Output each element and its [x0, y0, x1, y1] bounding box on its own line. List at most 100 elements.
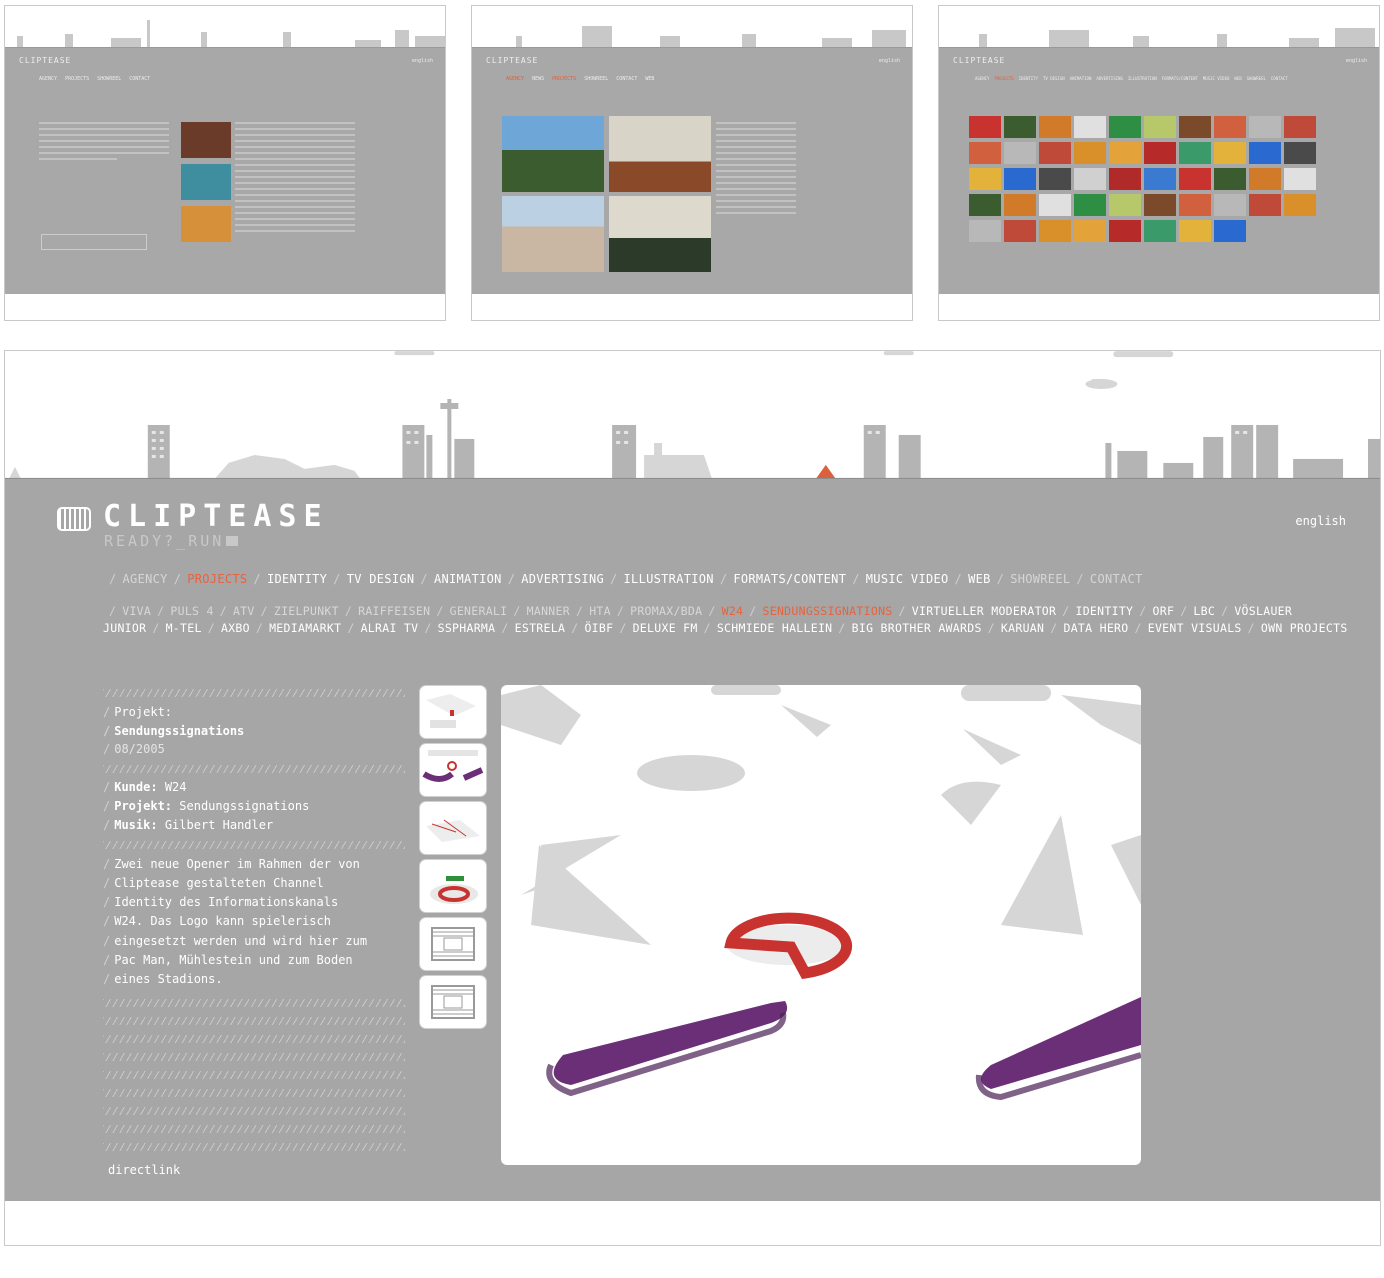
cliptease-logo-icon[interactable]	[57, 507, 91, 531]
nav-item[interactable]: CONTACT	[616, 76, 637, 82]
nav-item[interactable]: NEWS	[532, 76, 544, 82]
project-tile[interactable]	[1249, 194, 1281, 216]
language-link[interactable]: english	[879, 58, 900, 64]
subnav-item-identity[interactable]: IDENTITY	[1075, 604, 1133, 618]
video-thumbnail-2[interactable]	[419, 743, 487, 797]
project-tile[interactable]	[1039, 194, 1071, 216]
nav-item-illustration[interactable]: ILLUSTRATION	[624, 572, 714, 586]
nav-item-contact[interactable]: CONTACT	[1090, 572, 1143, 586]
project-tile[interactable]	[1074, 168, 1106, 190]
subnav-item-viva[interactable]: VIVA	[122, 604, 151, 618]
project-tile[interactable]	[1109, 142, 1141, 164]
project-tile[interactable]	[1214, 168, 1246, 190]
project-tile[interactable]	[1284, 116, 1316, 138]
news-image-3[interactable]	[181, 206, 231, 242]
newsletter-form[interactable]	[41, 234, 147, 250]
subnav-item-event-visuals[interactable]: EVENT VISUALS	[1148, 621, 1242, 635]
project-tile[interactable]	[1144, 194, 1176, 216]
video-player-stage[interactable]	[501, 685, 1141, 1165]
project-tile[interactable]	[1214, 116, 1246, 138]
subnav-item-sspharma[interactable]: SSPHARMA	[438, 621, 496, 635]
subnav-item-m-tel[interactable]: M-TEL	[166, 621, 202, 635]
film-reel-icon[interactable]	[419, 917, 487, 971]
nav-item[interactable]: SHOWREEL	[1247, 76, 1266, 81]
project-tile[interactable]	[1179, 194, 1211, 216]
nav-item-music-video[interactable]: MUSIC VIDEO	[866, 572, 949, 586]
subnav-item-big-brother-awards[interactable]: BIG BROTHER AWARDS	[852, 621, 982, 635]
photo-street[interactable]	[502, 196, 604, 272]
project-tile[interactable]	[1144, 220, 1176, 242]
nav-item[interactable]: AGENCY	[975, 76, 989, 81]
project-tile[interactable]	[1144, 142, 1176, 164]
project-tile[interactable]	[969, 194, 1001, 216]
project-tile[interactable]	[1284, 194, 1316, 216]
nav-item[interactable]: SHOWREEL	[97, 76, 121, 82]
nav-item[interactable]: CONTACT	[1271, 76, 1288, 81]
project-tile[interactable]	[1214, 220, 1246, 242]
subnav-item-atv[interactable]: ATV	[233, 604, 255, 618]
nav-item[interactable]: ADVERTISING	[1096, 76, 1123, 81]
project-tile[interactable]	[1004, 168, 1036, 190]
project-tile[interactable]	[1179, 116, 1211, 138]
project-tile[interactable]	[1004, 194, 1036, 216]
nav-item[interactable]: PROJECTS	[65, 76, 89, 82]
logo-title[interactable]: CLIPTEASE	[103, 499, 329, 534]
project-tile[interactable]	[1214, 194, 1246, 216]
subnav-item-mediamarkt[interactable]: MEDIAMARKT	[269, 621, 341, 635]
project-tile[interactable]	[1109, 220, 1141, 242]
nav-item[interactable]: ILLUSTRATION	[1128, 76, 1157, 81]
project-tile[interactable]	[1074, 194, 1106, 216]
subnav-item-puls-4[interactable]: PULS 4	[170, 604, 213, 618]
subnav-item-hta[interactable]: HTA	[589, 604, 611, 618]
subnav-item-lbc[interactable]: LBC	[1193, 604, 1215, 618]
photo-office-2[interactable]	[609, 196, 711, 272]
subnav-item-alrai-tv[interactable]: ALRAI TV	[361, 621, 419, 635]
project-tile[interactable]	[1074, 142, 1106, 164]
video-thumbnail-3[interactable]	[419, 801, 487, 855]
subnav-item-estrela[interactable]: ESTRELA	[515, 621, 566, 635]
project-tile[interactable]	[1179, 142, 1211, 164]
nav-item[interactable]: AGENCY	[506, 76, 524, 82]
subnav-item-virtueller-moderator[interactable]: VIRTUELLER MODERATOR	[912, 604, 1056, 618]
project-tile[interactable]	[1144, 116, 1176, 138]
nav-item-animation[interactable]: ANIMATION	[434, 572, 502, 586]
photo-office-1[interactable]	[609, 116, 711, 192]
subnav-item-manner[interactable]: MANNER	[527, 604, 570, 618]
project-tile[interactable]	[1004, 220, 1036, 242]
subnav-item-schmiede-hallein[interactable]: SCHMIEDE HALLEIN	[717, 621, 833, 635]
subnav-item-sendungssignations[interactable]: SENDUNGSSIGNATIONS	[763, 604, 893, 618]
subnav-item-data-hero[interactable]: DATA HERO	[1063, 621, 1128, 635]
nav-item-formats-content[interactable]: FORMATS/CONTENT	[733, 572, 846, 586]
subnav-item-own-projects[interactable]: OWN PROJECTS	[1261, 621, 1348, 635]
project-tile[interactable]	[1004, 142, 1036, 164]
subnav-item-öibf[interactable]: ÖIBF	[584, 621, 613, 635]
project-tile[interactable]	[1249, 168, 1281, 190]
nav-item-tv-design[interactable]: TV DESIGN	[347, 572, 415, 586]
subnav-item-raiffeisen[interactable]: RAIFFEISEN	[358, 604, 430, 618]
video-thumbnail-4[interactable]	[419, 859, 487, 913]
project-tile[interactable]	[969, 142, 1001, 164]
nav-item-agency[interactable]: AGENCY	[123, 572, 168, 586]
subnav-item-karuan[interactable]: KARUAN	[1001, 621, 1044, 635]
language-link[interactable]: english	[1346, 58, 1367, 64]
nav-item[interactable]: SHOWREEL	[584, 76, 608, 82]
project-tile[interactable]	[1109, 116, 1141, 138]
nav-item-projects[interactable]: PROJECTS	[187, 572, 247, 586]
project-tile[interactable]	[1179, 168, 1211, 190]
project-tile[interactable]	[1179, 220, 1211, 242]
nav-item-web[interactable]: WEB	[968, 572, 991, 586]
directlink[interactable]: directlink	[108, 1163, 180, 1177]
language-link[interactable]: english	[412, 58, 433, 64]
project-tile[interactable]	[1284, 142, 1316, 164]
nav-item[interactable]: PROJECTS	[994, 76, 1013, 81]
film-reel-icon[interactable]	[419, 975, 487, 1029]
subnav-item-zielpunkt[interactable]: ZIELPUNKT	[274, 604, 339, 618]
project-tile[interactable]	[1074, 116, 1106, 138]
nav-item[interactable]: AGENCY	[39, 76, 57, 82]
project-tile[interactable]	[1144, 168, 1176, 190]
project-tile[interactable]	[1039, 116, 1071, 138]
nav-item-identity[interactable]: IDENTITY	[267, 572, 327, 586]
project-tile[interactable]	[1039, 142, 1071, 164]
project-tile[interactable]	[1214, 142, 1246, 164]
project-tile[interactable]	[1004, 116, 1036, 138]
